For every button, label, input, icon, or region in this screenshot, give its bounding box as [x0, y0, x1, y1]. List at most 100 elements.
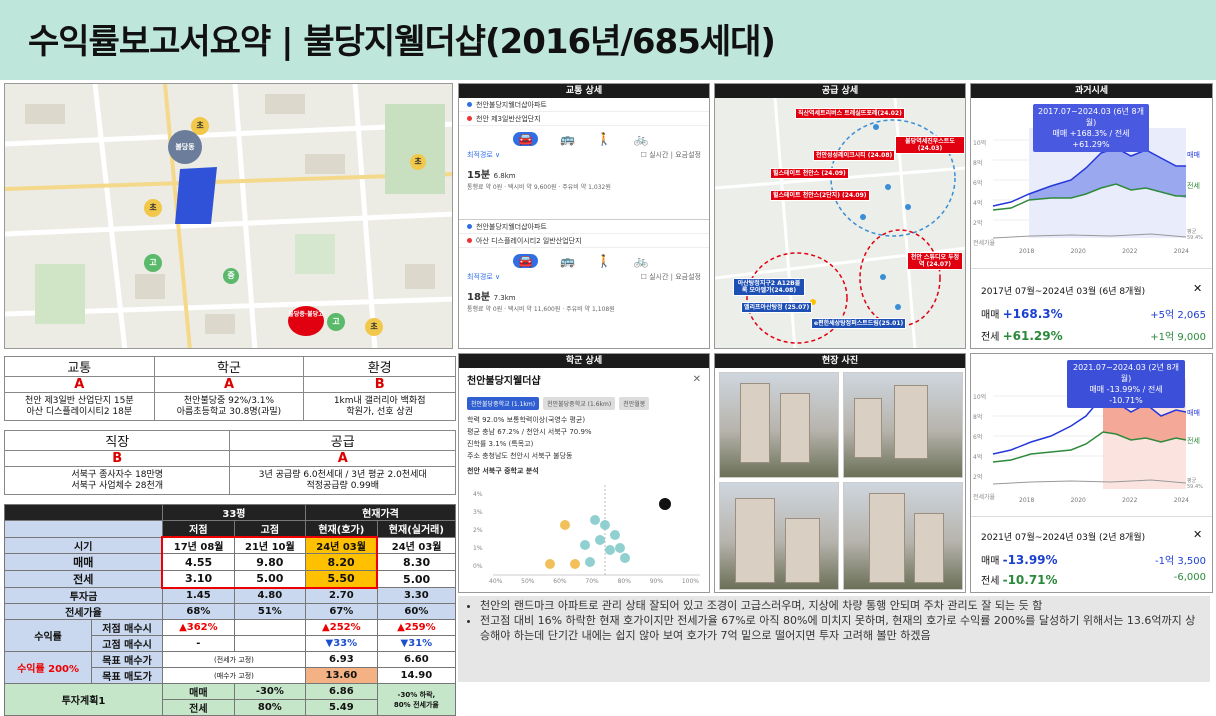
route-from[interactable]: 천안불당지웰더샵아파트: [459, 98, 709, 112]
map-poi-high[interactable]: 고: [144, 254, 162, 272]
grade-value: A: [153, 376, 305, 393]
supply-label[interactable]: 불당역세진우스트도 (24.03): [895, 136, 965, 154]
y-axis: 10억 8억 6억 4억 2억 전세가율: [973, 394, 996, 501]
col-header: 고점: [233, 520, 306, 538]
row-sublabel: 저점 매수시: [91, 619, 163, 636]
past-header: 과거시세: [971, 84, 1212, 98]
school-chart-title: 천안 서북구 중학교 분석: [467, 467, 539, 475]
supply-label[interactable]: 힐스테이트 천안스 (24.09): [770, 168, 849, 179]
realtime-toggle[interactable]: ☐ 실시간 | 요금설정: [641, 150, 701, 160]
supply-label[interactable]: 엘리프아산탕정 (25.07): [741, 302, 813, 313]
grade-desc: 천안불당중 92%/3.1% 아름초등학교 30.8명(과밀): [153, 392, 305, 421]
supply-label[interactable]: 힐스테이트 천안스(2단지) (24.09): [770, 190, 870, 201]
cell: 5.50: [304, 570, 379, 589]
destination-dot-icon: [467, 116, 472, 121]
map-poi-high[interactable]: 고: [327, 313, 345, 331]
cell: 17년 08월: [161, 536, 235, 554]
close-icon[interactable]: ✕: [693, 374, 701, 385]
route-option[interactable]: 최적경로 ∨: [467, 150, 500, 160]
site-photo[interactable]: [719, 482, 839, 590]
site-photo[interactable]: [843, 372, 963, 478]
cell: -: [161, 635, 235, 652]
bike-icon[interactable]: 🚲: [634, 254, 649, 268]
cell: 6.86: [304, 683, 378, 700]
close-icon[interactable]: ✕: [1193, 282, 1202, 295]
plan-note: -30% 하락, 80% 전세가율: [376, 683, 457, 716]
school-tab[interactable]: 천안불당중학교 (1.1km): [467, 397, 540, 410]
bus-icon[interactable]: 🚌: [560, 132, 575, 146]
destination-dot-icon: [467, 238, 472, 243]
supply-panel: 공급 상세 직산역세트리버스 트레실뜨포레(24.02) 불당역세진우스트도 (…: [714, 83, 966, 349]
row-label: 수익률 200%: [3, 651, 93, 684]
school-tab[interactable]: 천안불당중학교 (1.6km): [543, 397, 616, 410]
grade-desc: 1km내 갤러리아 백화점 학원가, 선호 상권: [303, 392, 456, 421]
route-card[interactable]: 천안불당지웰더샵아파트 천안 제3일반산업단지 🚘 🚌 🚶 🚲 최적경로 ∨ ☐ …: [459, 98, 709, 220]
avg-label: 평균 59.4%: [1187, 229, 1203, 241]
map-poi-school[interactable]: 초: [410, 154, 426, 170]
grade-value: B: [303, 376, 456, 393]
grade-label: 교통: [4, 356, 155, 377]
traffic-panel: 교통 상세 천안불당지웰더샵아파트 천안 제3일반산업단지 🚘 🚌 🚶 🚲 최적…: [458, 83, 710, 349]
series-label: 매매: [1187, 151, 1200, 159]
travel-modes: 🚘 🚌 🚶 🚲: [459, 248, 709, 268]
map-poi-school[interactable]: 초: [365, 318, 383, 336]
size-header: 33평: [161, 504, 306, 521]
range-label: 2021년 07월~2024년 03월 (2년 8개월): [981, 533, 1146, 543]
complex-highlight: [175, 167, 217, 224]
chart-tooltip: 2017.07~2024.03 (6년 8개월) 매매 +168.3% / 전세 …: [1033, 104, 1149, 152]
col-header: 저점: [161, 520, 235, 538]
map-poi-middle[interactable]: 중: [223, 268, 239, 284]
row-sublabel: 목표 매수가: [91, 651, 163, 668]
close-icon[interactable]: ✕: [1193, 528, 1202, 541]
school-tab[interactable]: 천안월봉: [619, 397, 650, 410]
origin-dot-icon: [467, 224, 472, 229]
map-poi-dong[interactable]: 불당동: [168, 130, 202, 164]
route-distance: 6.8km: [493, 172, 516, 180]
bike-icon[interactable]: 🚲: [634, 132, 649, 146]
route-option[interactable]: 최적경로 ∨: [467, 272, 500, 282]
cell: 5.00: [376, 570, 457, 588]
route-from[interactable]: 천안불당지웰더샵아파트: [459, 220, 709, 234]
cell: -30%: [233, 683, 306, 700]
supply-label[interactable]: e편한세상탕정퍼스트드림(25.01): [811, 318, 907, 329]
avg-label: 평균 59.4%: [1187, 478, 1203, 490]
row-label: 시기: [4, 536, 163, 554]
car-icon[interactable]: 🚘: [513, 254, 538, 268]
school-info: 주소 충청남도 천안시 서북구 불당동: [467, 452, 573, 460]
walk-icon[interactable]: 🚶: [597, 254, 612, 268]
map-poi-target-school[interactable]: 불당중·불당고: [288, 306, 324, 336]
district-map[interactable]: 초 불당동 초 초 고 중 초 고 불당중·불당고: [4, 83, 453, 349]
realtime-toggle[interactable]: ☐ 실시간 | 요금설정: [641, 272, 701, 282]
note-item: 천안의 랜드마크 아파트로 관리 상태 잘되어 있고 조경이 고급스러우며, 지…: [480, 598, 1202, 613]
route-card[interactable]: 천안불당지웰더샵아파트 아산 디스플레이시티2 일반산업단지 🚘 🚌 🚶 🚲 최…: [459, 220, 709, 342]
cell: 14.90: [376, 667, 457, 684]
row-label: 전세가율: [4, 603, 163, 620]
site-photo[interactable]: [843, 482, 963, 590]
cell: 8.20: [304, 553, 379, 571]
walk-icon[interactable]: 🚶: [597, 132, 612, 146]
bus-icon[interactable]: 🚌: [560, 254, 575, 268]
supply-label[interactable]: 직산역세트리버스 트레실뜨포레(24.02): [795, 108, 905, 119]
car-icon[interactable]: 🚘: [513, 132, 538, 146]
analysis-notes: 천안의 랜드마크 아파트로 관리 상태 잘되어 있고 조경이 고급스러우며, 지…: [458, 596, 1210, 682]
cell: 4.55: [161, 553, 235, 571]
route-to[interactable]: 천안 제3일반산업단지: [459, 112, 709, 126]
cell: 68%: [161, 603, 235, 620]
range-label: 2017년 07월~2024년 03월 (6년 8개월): [981, 287, 1146, 297]
cell: (매수가 고정): [161, 667, 306, 684]
cell: 3.10: [161, 570, 235, 589]
cell: 6.60: [376, 651, 457, 668]
route-to[interactable]: 아산 디스플레이시티2 일반산업단지: [459, 234, 709, 248]
supply-label[interactable]: 아산탕정지구2 A12B블록 모아엘가(24.08): [733, 278, 805, 296]
cell: ▼33%: [304, 635, 378, 652]
cell: 1.45: [161, 587, 235, 604]
cell: 24년 03월: [304, 536, 379, 554]
map-poi-school[interactable]: 초: [144, 199, 162, 217]
route-time: 18분: [467, 292, 491, 303]
cell: 80%: [233, 699, 306, 716]
supply-label[interactable]: 천안성성레이크시티 (24.08): [813, 150, 896, 161]
route-cost: 통행료 약 0원 · 택시비 약 11,600원 · 주유비 약 1,108원: [467, 306, 615, 313]
supply-label[interactable]: 천안 스튜디오 두정역 (24.07): [907, 252, 963, 270]
site-photo[interactable]: [719, 372, 839, 478]
cell: ▲259%: [376, 619, 457, 636]
